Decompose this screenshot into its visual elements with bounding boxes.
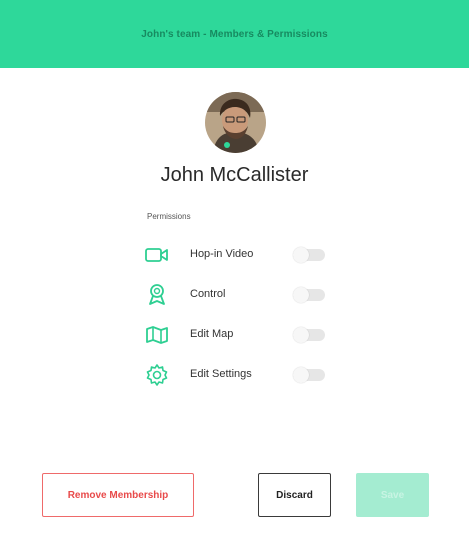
header-bar: John's team - Members & Permissions — [0, 0, 469, 68]
gear-icon — [144, 362, 170, 388]
save-button[interactable]: Save — [356, 473, 429, 517]
permission-row-hop-in-video: Hop-in Video — [130, 242, 340, 268]
control-toggle[interactable] — [293, 287, 325, 303]
hop-in-video-toggle[interactable] — [293, 247, 325, 263]
video-camera-icon — [144, 242, 170, 268]
toggle-knob — [293, 247, 309, 263]
toggle-knob — [293, 327, 309, 343]
edit-settings-toggle[interactable] — [293, 367, 325, 383]
permission-label: Control — [190, 288, 226, 300]
permission-row-edit-map: Edit Map — [130, 322, 340, 348]
award-badge-icon — [144, 282, 170, 308]
map-icon — [144, 322, 170, 348]
toggle-knob — [293, 287, 309, 303]
page-title: John's team - Members & Permissions — [141, 28, 328, 40]
permission-row-edit-settings: Edit Settings — [130, 362, 340, 388]
discard-button[interactable]: Discard — [258, 473, 331, 517]
permission-row-control: Control — [130, 282, 340, 308]
permission-label: Hop-in Video — [190, 248, 254, 260]
permission-label: Edit Map — [190, 328, 234, 340]
permission-label: Edit Settings — [190, 368, 252, 380]
member-permissions-dialog: John's team - Members & Permissions John… — [0, 0, 469, 546]
edit-map-toggle[interactable] — [293, 327, 325, 343]
avatar — [205, 92, 266, 153]
toggle-knob — [293, 367, 309, 383]
remove-membership-button[interactable]: Remove Membership — [42, 473, 194, 517]
permissions-heading: Permissions — [147, 212, 191, 221]
member-name: John McCallister — [160, 164, 309, 186]
